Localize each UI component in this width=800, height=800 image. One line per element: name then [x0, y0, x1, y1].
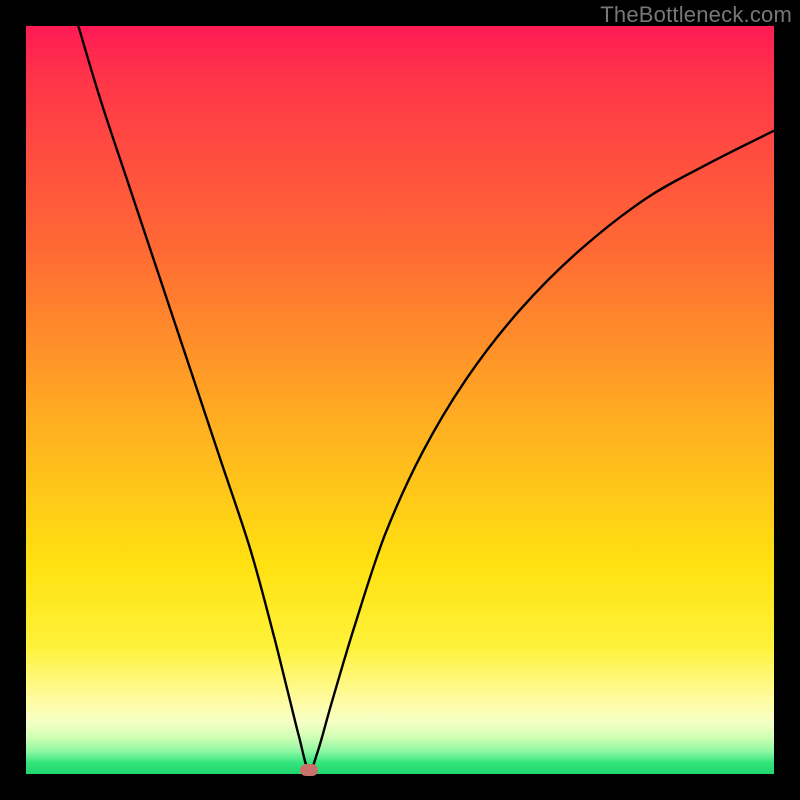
bottleneck-marker	[300, 764, 318, 776]
watermark-text: TheBottleneck.com	[600, 2, 792, 28]
bottleneck-curve-path	[78, 26, 774, 771]
chart-frame	[26, 26, 774, 774]
chart-curve-svg	[26, 26, 774, 774]
